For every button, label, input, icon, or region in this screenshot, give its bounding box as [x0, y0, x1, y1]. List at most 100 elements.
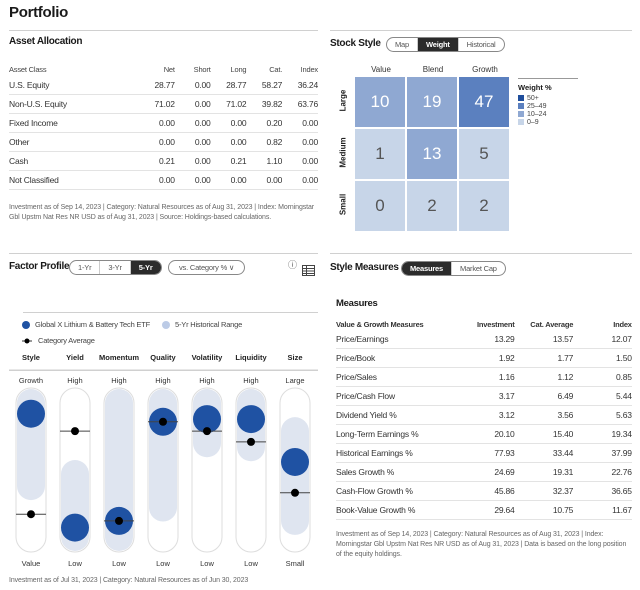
col-index: Index [300, 64, 319, 74]
cell-cat: 0.20 [266, 118, 283, 128]
style-box-cell[interactable]: 5 [459, 129, 509, 179]
factor-profile-footnote: Investment as of Jul 31, 2023 | Category… [9, 577, 249, 584]
tab-3yr[interactable]: 3-Yr [100, 261, 131, 274]
factor-profile-title: Factor Profile [9, 261, 70, 272]
cell-index: 0.00 [302, 175, 318, 185]
factor-bottom-label: Low [244, 559, 258, 568]
legend-range-label: 5-Yr Historical Range [175, 320, 243, 329]
factor-top-label: High [111, 376, 126, 385]
table-row: Price/Earnings 13.29 13.57 12.07 [336, 330, 632, 349]
cell-name: Sales Growth % [336, 467, 395, 477]
cell-long: 0.21 [230, 156, 247, 166]
table-view-icon[interactable] [302, 263, 315, 276]
cell-cat: 39.82 [261, 99, 283, 109]
tab-historical[interactable]: Historical [459, 38, 504, 51]
factor-bottom-label: Low [156, 559, 170, 568]
tab-map[interactable]: Map [387, 38, 418, 51]
cell-index: 0.00 [302, 137, 318, 147]
cell-inv: 20.10 [494, 429, 515, 439]
style-box-cell[interactable]: 10 [355, 77, 405, 127]
cell-cat: 10.75 [552, 505, 574, 515]
cell-cat: 13.57 [552, 334, 574, 344]
table-row: Dividend Yield % 3.12 3.56 5.63 [336, 406, 632, 425]
fund-marker [17, 399, 45, 428]
col-index: Index [613, 319, 632, 329]
divider [330, 30, 632, 31]
factor-name: Volatility [192, 353, 224, 362]
asset-allocation-title: Asset Allocation [9, 36, 83, 47]
style-box-cell[interactable]: 19 [407, 77, 457, 127]
cell-long: 71.02 [226, 99, 247, 109]
style-measures-footnote: Investment as of Sep 14, 2023 | Category… [336, 531, 627, 558]
legend-swatch [518, 95, 524, 101]
table-row: Fixed Income 0.00 0.00 0.00 0.20 0.00 [9, 114, 318, 133]
col-net: Net [163, 64, 175, 74]
factor-profile-chart: Style Growth Value Yield High Low Momentum High… [9, 353, 318, 568]
cell-net: 71.02 [154, 99, 175, 109]
asset-allocation-footnote: Investment as of Sep 14, 2023 | Category… [9, 204, 315, 221]
tab-measures[interactable]: Measures [402, 262, 453, 275]
style-box-cell[interactable]: 47 [459, 77, 509, 127]
legend-swatch [518, 111, 524, 117]
cell-index: 63.76 [297, 99, 318, 109]
cell-name: Cash [9, 156, 29, 166]
cell-short: 0.00 [194, 156, 211, 166]
table-row: Cash 0.21 0.00 0.21 1.10 0.00 [9, 152, 318, 171]
cell-index: 5.63 [616, 410, 632, 420]
cell-name: Dividend Yield % [336, 410, 397, 420]
factor-name: Quality [150, 353, 176, 362]
col-measure: Value & Growth Measures [336, 319, 424, 329]
col-asset-class: Asset Class [9, 64, 47, 74]
cell-cat: 33.44 [552, 448, 574, 458]
legend-item: 25–49 [518, 102, 578, 110]
tab-1yr[interactable]: 1-Yr [70, 261, 101, 274]
tab-market-cap[interactable]: Market Cap [452, 262, 505, 275]
legend-label: 25–49 [527, 102, 547, 110]
info-icon[interactable]: ⓘ [288, 258, 297, 271]
factor-top-label: High [155, 376, 170, 385]
style-box-grid: 10 19 47 1 13 5 0 2 2 [355, 77, 509, 231]
cell-net: 0.21 [159, 156, 175, 166]
table-row: Price/Sales 1.16 1.12 0.85 [336, 368, 632, 387]
fund-marker [61, 513, 89, 542]
tab-5yr[interactable]: 5-Yr [130, 261, 161, 274]
legend-category: Category Average [22, 336, 95, 345]
style-box-cell[interactable]: 0 [355, 181, 405, 231]
cell-cat: 19.31 [552, 467, 574, 477]
cell-short: 0.00 [194, 137, 211, 147]
col-investment: Investment [476, 319, 515, 329]
legend-item: 0–9 [518, 118, 578, 126]
style-box-cell[interactable]: 2 [459, 181, 509, 231]
cell-short: 0.00 [194, 175, 211, 185]
col-cat-average: Cat. Average [530, 319, 574, 329]
factor-top-label: Growth [19, 376, 43, 385]
cell-index: 37.99 [611, 448, 632, 458]
factor-bottom-label: Low [68, 559, 82, 568]
cell-name: Price/Book [336, 353, 376, 363]
cell-net: 28.77 [154, 80, 175, 90]
cell-long: 28.77 [226, 80, 247, 90]
cell-name: U.S. Equity [9, 80, 50, 90]
range-dot-icon [162, 320, 170, 329]
cell-inv: 77.93 [494, 448, 515, 458]
cell-net: 0.00 [159, 118, 175, 128]
table-row: Long-Term Earnings % 20.10 15.40 19.34 [336, 425, 632, 444]
cell-cat: 32.37 [552, 486, 574, 496]
divider [330, 253, 632, 254]
cell-inv: 1.92 [498, 353, 515, 363]
factor-name: Momentum [99, 353, 139, 362]
table-row: Price/Cash Flow 3.17 6.49 5.44 [336, 387, 632, 406]
style-box-cell[interactable]: 1 [355, 129, 405, 179]
style-box-cell[interactable]: 2 [407, 181, 457, 231]
cell-name: Fixed Income [9, 118, 58, 128]
cell-cat: 1.10 [266, 156, 283, 166]
cell-short: 0.00 [194, 99, 211, 109]
compare-dropdown[interactable]: vs. Category % ∨ [168, 260, 246, 275]
fund-dot-icon [22, 320, 30, 329]
row-label-large: Large [338, 89, 348, 112]
legend-label: 0–9 [527, 118, 539, 126]
cell-name: Long-Term Earnings % [336, 429, 419, 439]
cell-index: 11.67 [612, 505, 632, 515]
style-box-cell[interactable]: 13 [407, 129, 457, 179]
tab-weight[interactable]: Weight [418, 38, 459, 51]
